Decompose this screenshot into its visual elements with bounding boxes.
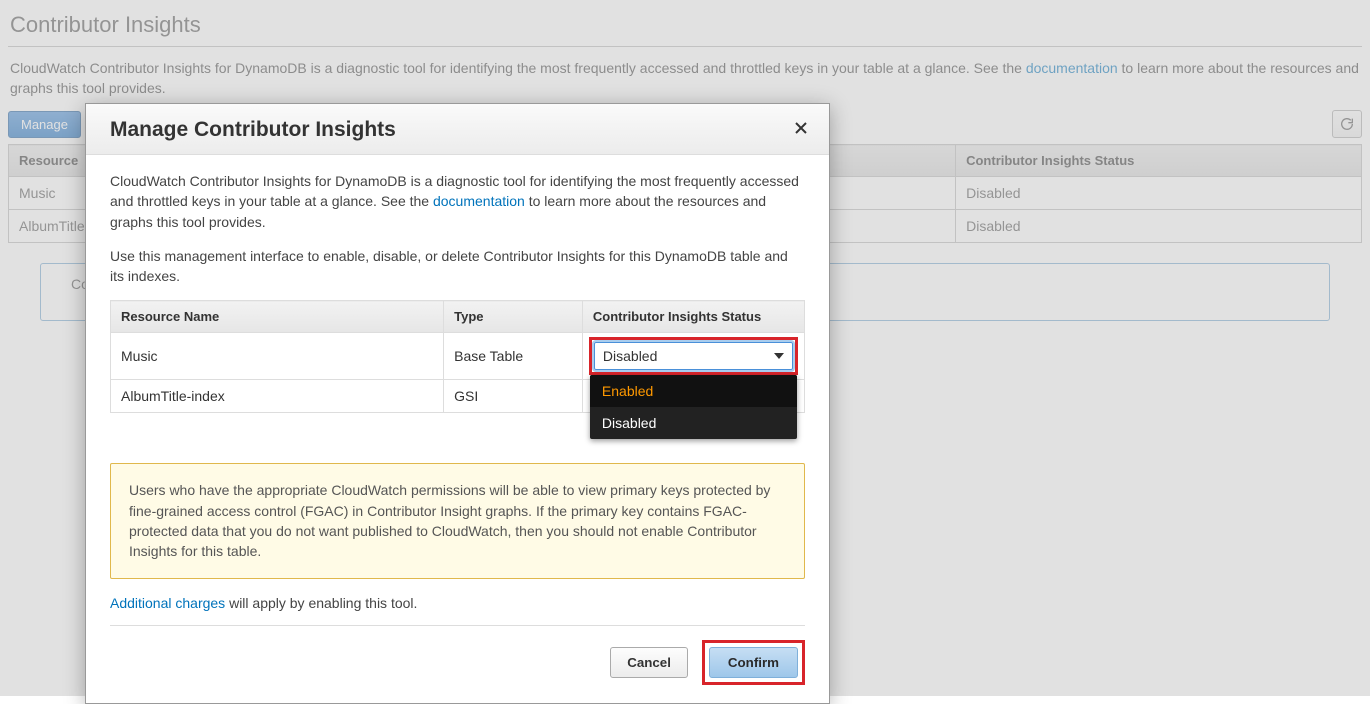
dropdown-selected: Disabled xyxy=(603,348,657,364)
cell-type: GSI xyxy=(444,380,583,413)
bg-th-status: Contributor Insights Status xyxy=(956,145,1362,177)
modal-footer: Cancel Confirm xyxy=(110,626,805,685)
additional-charges-link[interactable]: Additional charges xyxy=(110,595,225,611)
table-row: Music Base Table Disabled Enabled Disabl… xyxy=(111,333,805,380)
close-icon xyxy=(793,120,809,136)
confirm-button[interactable]: Confirm xyxy=(709,647,798,678)
modal-instructions: Use this management interface to enable,… xyxy=(110,246,805,287)
cell-resource-name: Music xyxy=(111,333,444,380)
highlight-box: Confirm xyxy=(702,640,805,685)
manage-button[interactable]: Manage xyxy=(8,111,81,138)
cell-status: Disabled xyxy=(956,177,1362,210)
manage-contributor-insights-modal: Manage Contributor Insights CloudWatch C… xyxy=(85,103,830,704)
dropdown-option-enabled[interactable]: Enabled xyxy=(590,375,797,407)
status-dropdown[interactable]: Disabled xyxy=(594,342,793,370)
charges-line: Additional charges will apply by enablin… xyxy=(110,595,805,626)
th-type: Type xyxy=(444,301,583,333)
refresh-button[interactable] xyxy=(1332,110,1362,138)
modal-body: CloudWatch Contributor Insights for Dyna… xyxy=(86,155,829,703)
cell-type: Base Table xyxy=(444,333,583,380)
warning-box: Users who have the appropriate CloudWatc… xyxy=(110,463,805,578)
cell-status: Disabled xyxy=(956,210,1362,243)
dropdown-menu: Enabled Disabled xyxy=(590,375,797,439)
dropdown-option-disabled[interactable]: Disabled xyxy=(590,407,797,439)
description-pre: CloudWatch Contributor Insights for Dyna… xyxy=(10,60,1026,76)
modal-title: Manage Contributor Insights xyxy=(110,118,396,142)
documentation-link[interactable]: documentation xyxy=(1026,60,1118,76)
modal-table: Resource Name Type Contributor Insights … xyxy=(110,300,805,413)
charges-text: will apply by enabling this tool. xyxy=(225,595,417,611)
page-title: Contributor Insights xyxy=(0,0,1370,46)
close-button[interactable] xyxy=(793,120,809,141)
divider xyxy=(8,46,1362,47)
th-status: Contributor Insights Status xyxy=(582,301,804,333)
cell-resource-name: AlbumTitle-index xyxy=(111,380,444,413)
modal-documentation-link[interactable]: documentation xyxy=(433,193,525,209)
th-resource-name: Resource Name xyxy=(111,301,444,333)
refresh-icon xyxy=(1339,116,1355,132)
chevron-down-icon xyxy=(774,353,784,359)
modal-header: Manage Contributor Insights xyxy=(86,104,829,155)
cell-status: Disabled Enabled Disabled xyxy=(582,333,804,380)
highlight-box: Disabled xyxy=(589,337,798,375)
cancel-button[interactable]: Cancel xyxy=(610,647,688,678)
modal-intro: CloudWatch Contributor Insights for Dyna… xyxy=(110,171,805,232)
